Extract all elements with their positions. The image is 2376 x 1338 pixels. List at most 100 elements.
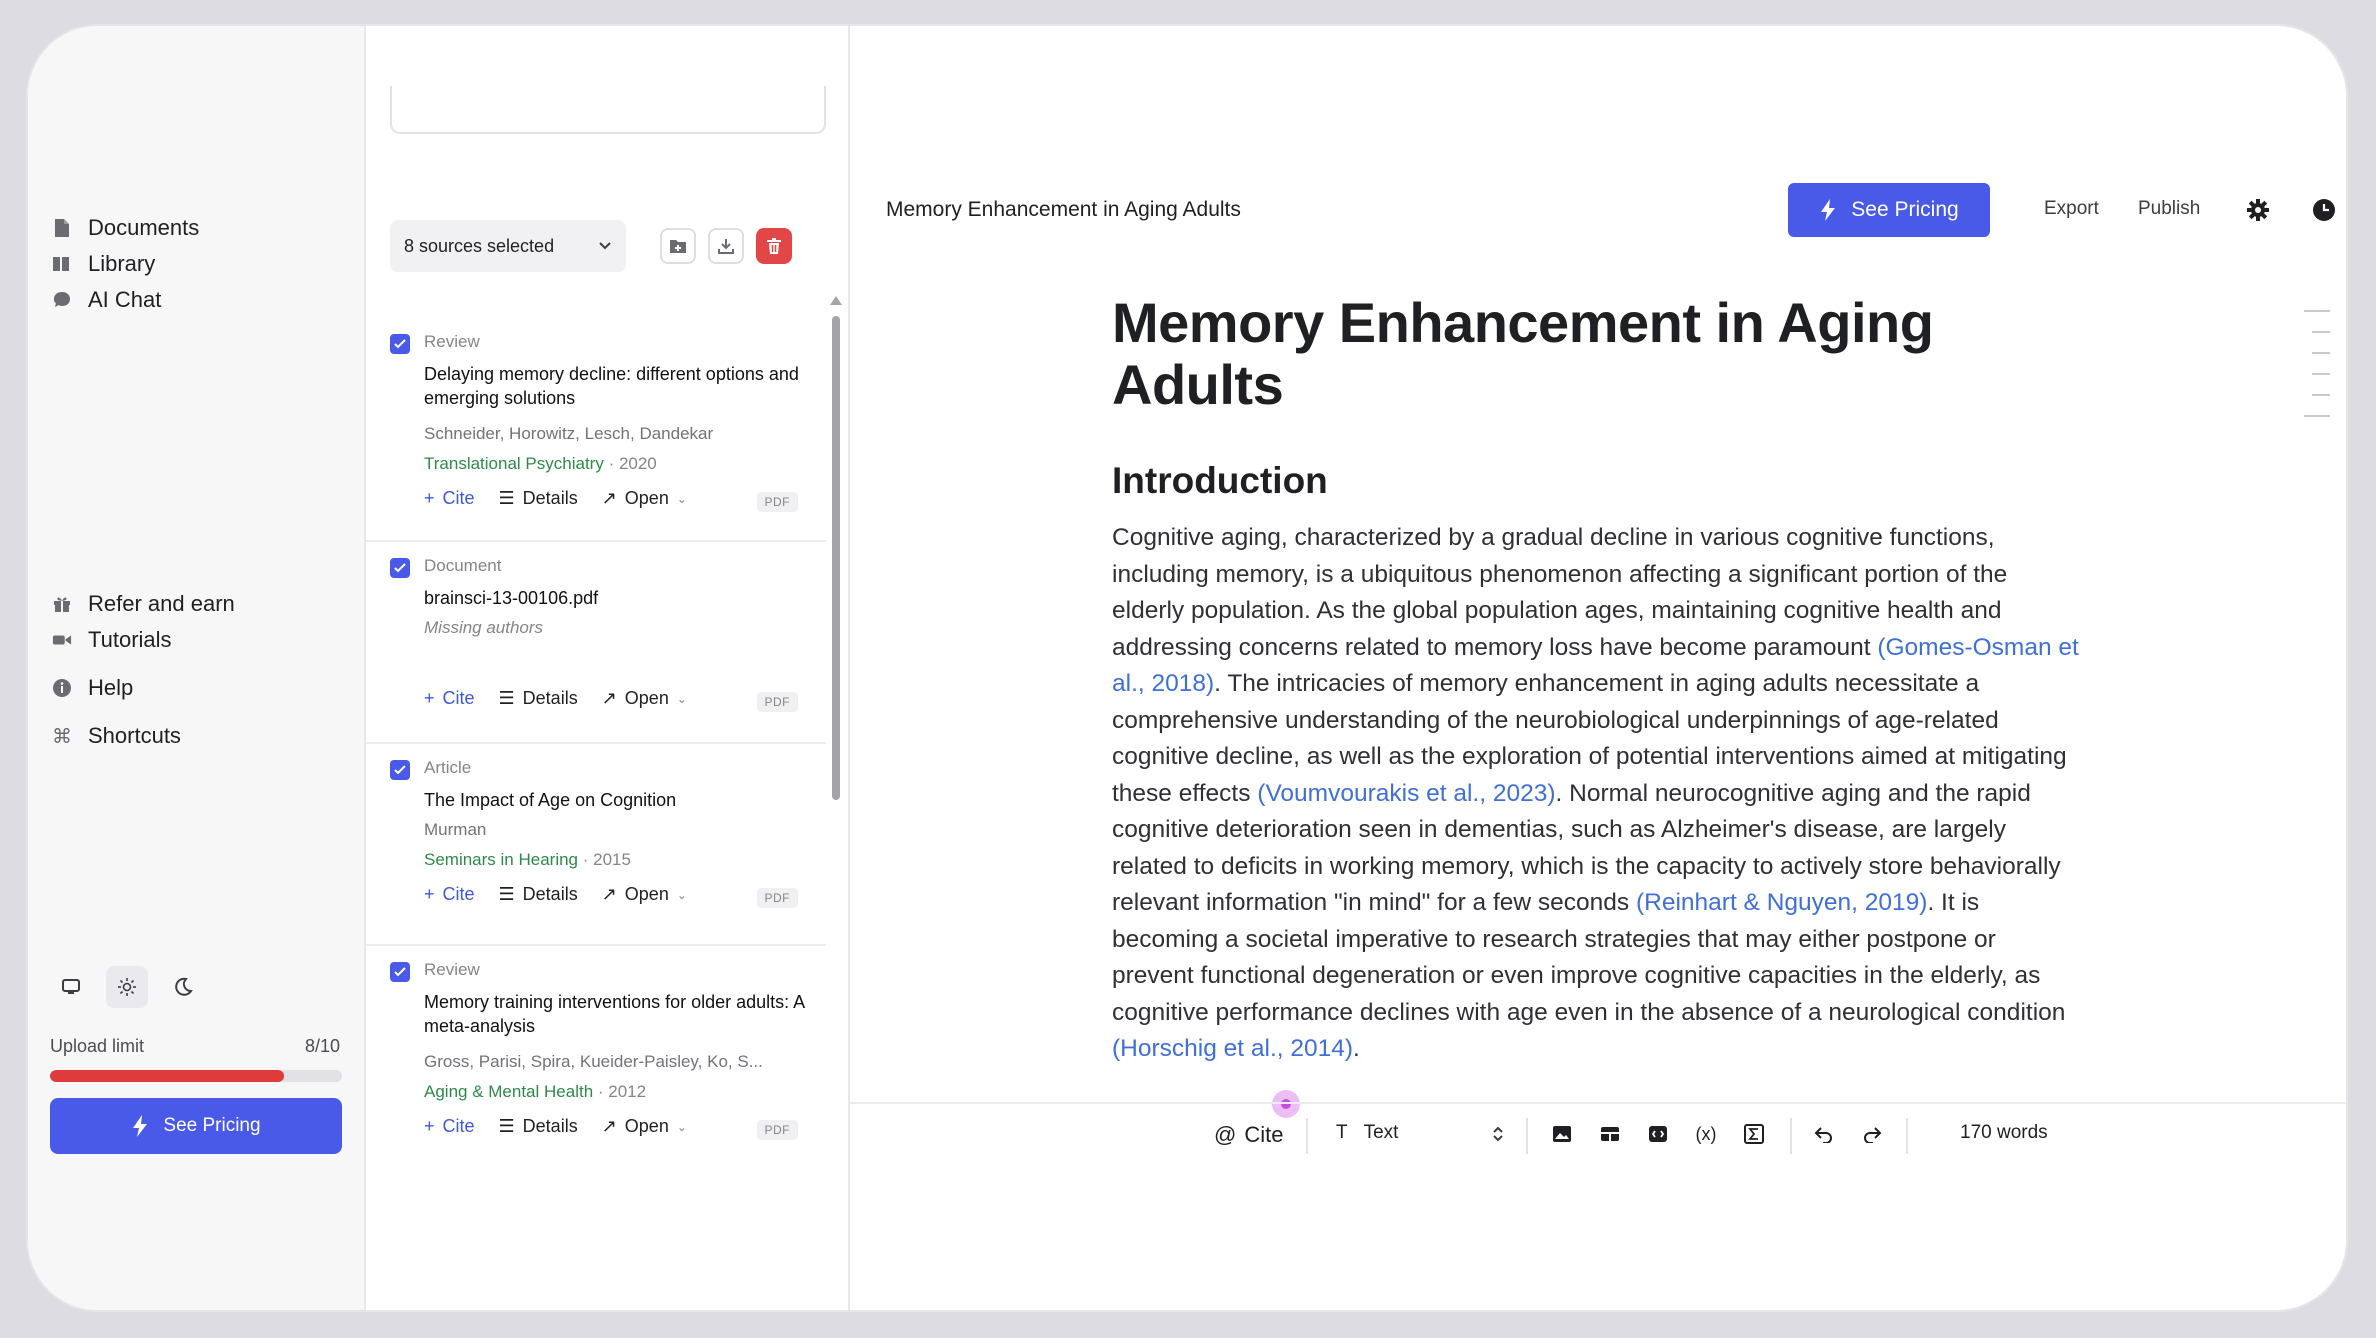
sidebar-item-library[interactable]: Library <box>52 244 155 284</box>
source-checkbox[interactable] <box>390 962 410 982</box>
check-icon <box>394 339 406 349</box>
download-button[interactable] <box>708 228 744 264</box>
source-journal: Aging & Mental Health · 2012 <box>424 1082 646 1102</box>
source-year: · 2015 <box>582 850 631 869</box>
cite-label: Cite <box>442 1116 475 1136</box>
section-heading[interactable]: Introduction <box>1112 460 2082 502</box>
details-label: Details <box>522 488 578 508</box>
citation-link[interactable]: (Voumvourakis et al., 2023) <box>1257 780 1555 807</box>
theme-dark-button[interactable] <box>162 966 204 1008</box>
source-actions: + Cite ☰ Details ↗ Open ⌄ <box>424 884 687 905</box>
source-card[interactable]: Review Memory training interventions for… <box>366 948 826 1168</box>
source-card[interactable]: Review Delaying memory decline: differen… <box>366 320 826 542</box>
open-label: Open <box>624 488 669 508</box>
document-icon <box>52 218 72 238</box>
insert-table-icon[interactable] <box>1598 1122 1622 1146</box>
open-button[interactable]: ↗ Open ⌄ <box>602 688 687 709</box>
paragraph[interactable]: Cognitive aging, characterized by a grad… <box>1112 520 2082 1068</box>
source-year: · 2012 <box>597 1082 647 1101</box>
open-button[interactable]: ↗ Open ⌄ <box>602 884 687 905</box>
arrow-up-right-icon: ↗ <box>601 688 617 708</box>
cite-button[interactable]: @ Cite <box>1214 1122 1283 1148</box>
redo-icon[interactable] <box>1860 1122 1884 1146</box>
search-input[interactable] <box>390 86 826 134</box>
sidebar: Documents Library AI Chat Refer and earn… <box>28 26 366 1310</box>
insert-formula-icon[interactable] <box>1742 1122 1766 1146</box>
history-button[interactable] <box>2312 198 2336 222</box>
undo-icon[interactable] <box>1812 1122 1836 1146</box>
lightning-icon <box>133 1115 148 1137</box>
open-button[interactable]: ↗ Open ⌄ <box>602 1116 687 1137</box>
cite-label: Cite <box>442 488 475 508</box>
sidebar-item-tutorials[interactable]: Tutorials <box>52 620 172 660</box>
sidebar-item-label: Library <box>88 251 156 276</box>
at-sign-icon: @ <box>1214 1122 1237 1147</box>
block-type-select[interactable]: T Text <box>1336 1122 1398 1144</box>
list-icon: ☰ <box>498 488 515 508</box>
insert-variable-icon[interactable]: (x) <box>1694 1122 1718 1146</box>
sidebar-item-refer[interactable]: Refer and earn <box>52 584 235 624</box>
video-camera-icon <box>52 630 72 650</box>
cite-button[interactable]: + Cite <box>424 688 475 709</box>
publish-button[interactable]: Publish <box>2138 198 2200 220</box>
upload-limit-count: 8/10 <box>304 1036 340 1056</box>
add-folder-button[interactable] <box>660 228 696 264</box>
source-card[interactable]: Article The Impact of Age on Cognition M… <box>366 746 826 946</box>
details-button[interactable]: ☰ Details <box>499 488 578 509</box>
source-authors: Gross, Parisi, Spira, Kueider-Paisley, K… <box>424 1052 763 1071</box>
gear-icon <box>2247 199 2269 221</box>
check-icon <box>394 967 406 977</box>
delete-button[interactable] <box>756 228 792 264</box>
see-pricing-button[interactable]: See Pricing <box>50 1098 342 1154</box>
pdf-badge: PDF <box>756 692 798 712</box>
sidebar-item-ai-chat[interactable]: AI Chat <box>52 280 161 320</box>
source-type: Review <box>424 960 480 979</box>
sidebar-item-shortcuts[interactable]: ⌘ Shortcuts <box>52 716 181 756</box>
source-actions: + Cite ☰ Details ↗ Open ⌄ <box>424 1116 687 1137</box>
cite-button[interactable]: + Cite <box>424 1116 475 1137</box>
insert-embed-icon[interactable] <box>1646 1122 1670 1146</box>
check-icon <box>394 563 406 573</box>
folder-plus-icon <box>670 240 686 253</box>
sources-selector[interactable]: 8 sources selected <box>390 220 626 272</box>
source-type: Article <box>424 758 472 777</box>
details-button[interactable]: ☰ Details <box>499 1116 578 1137</box>
journal-name: Translational Psychiatry <box>424 454 604 473</box>
source-checkbox[interactable] <box>390 558 410 578</box>
source-checkbox[interactable] <box>390 334 410 354</box>
theme-light-button[interactable] <box>106 966 148 1008</box>
settings-button[interactable] <box>2246 198 2270 222</box>
source-card[interactable]: Document brainsci-13-00106.pdf Missing a… <box>366 544 826 744</box>
source-checkbox[interactable] <box>390 760 410 780</box>
document-body[interactable]: Memory Enhancement in Aging Adults Intro… <box>1112 292 2082 1068</box>
citation-link[interactable]: (Horschig et al., 2014) <box>1112 1035 1353 1062</box>
sources-panel: 8 sources selected Review Delaying memor… <box>366 26 850 1310</box>
document-title[interactable]: Memory Enhancement in Aging Adults <box>886 198 1241 222</box>
sidebar-item-help[interactable]: Help <box>52 668 133 708</box>
details-button[interactable]: ☰ Details <box>499 688 578 709</box>
export-button[interactable]: Export <box>2044 198 2099 220</box>
arrow-up-right-icon: ↗ <box>601 488 617 508</box>
document-heading[interactable]: Memory Enhancement in Aging Adults <box>1112 292 2082 416</box>
chat-bubble-icon <box>52 290 72 310</box>
insert-image-icon[interactable] <box>1550 1122 1574 1146</box>
citation-link[interactable]: (Reinhart & Nguyen, 2019) <box>1636 889 1927 916</box>
see-pricing-button[interactable]: See Pricing <box>1788 183 1990 237</box>
details-button[interactable]: ☰ Details <box>499 884 578 905</box>
open-button[interactable]: ↗ Open ⌄ <box>602 488 687 509</box>
scroll-up-arrow-icon[interactable] <box>830 296 842 305</box>
theme-system-button[interactable] <box>50 966 92 1008</box>
see-pricing-label: See Pricing <box>163 1115 261 1136</box>
cite-button[interactable]: + Cite <box>424 488 475 509</box>
sources-scrollbar[interactable] <box>832 316 840 800</box>
sources-selected-label: 8 sources selected <box>404 235 555 256</box>
editor-pane: Memory Enhancement in Aging Adults See P… <box>850 26 2346 1310</box>
sidebar-item-documents[interactable]: Documents <box>52 208 199 248</box>
plus-icon: + <box>424 884 435 904</box>
updown-chevron-icon[interactable] <box>1486 1122 1510 1146</box>
arrow-up-right-icon: ↗ <box>601 884 617 904</box>
cite-label: Cite <box>442 884 475 904</box>
table-of-contents-minimap[interactable] <box>2304 310 2330 417</box>
cite-button[interactable]: + Cite <box>424 884 475 905</box>
list-icon: ☰ <box>498 1116 515 1136</box>
